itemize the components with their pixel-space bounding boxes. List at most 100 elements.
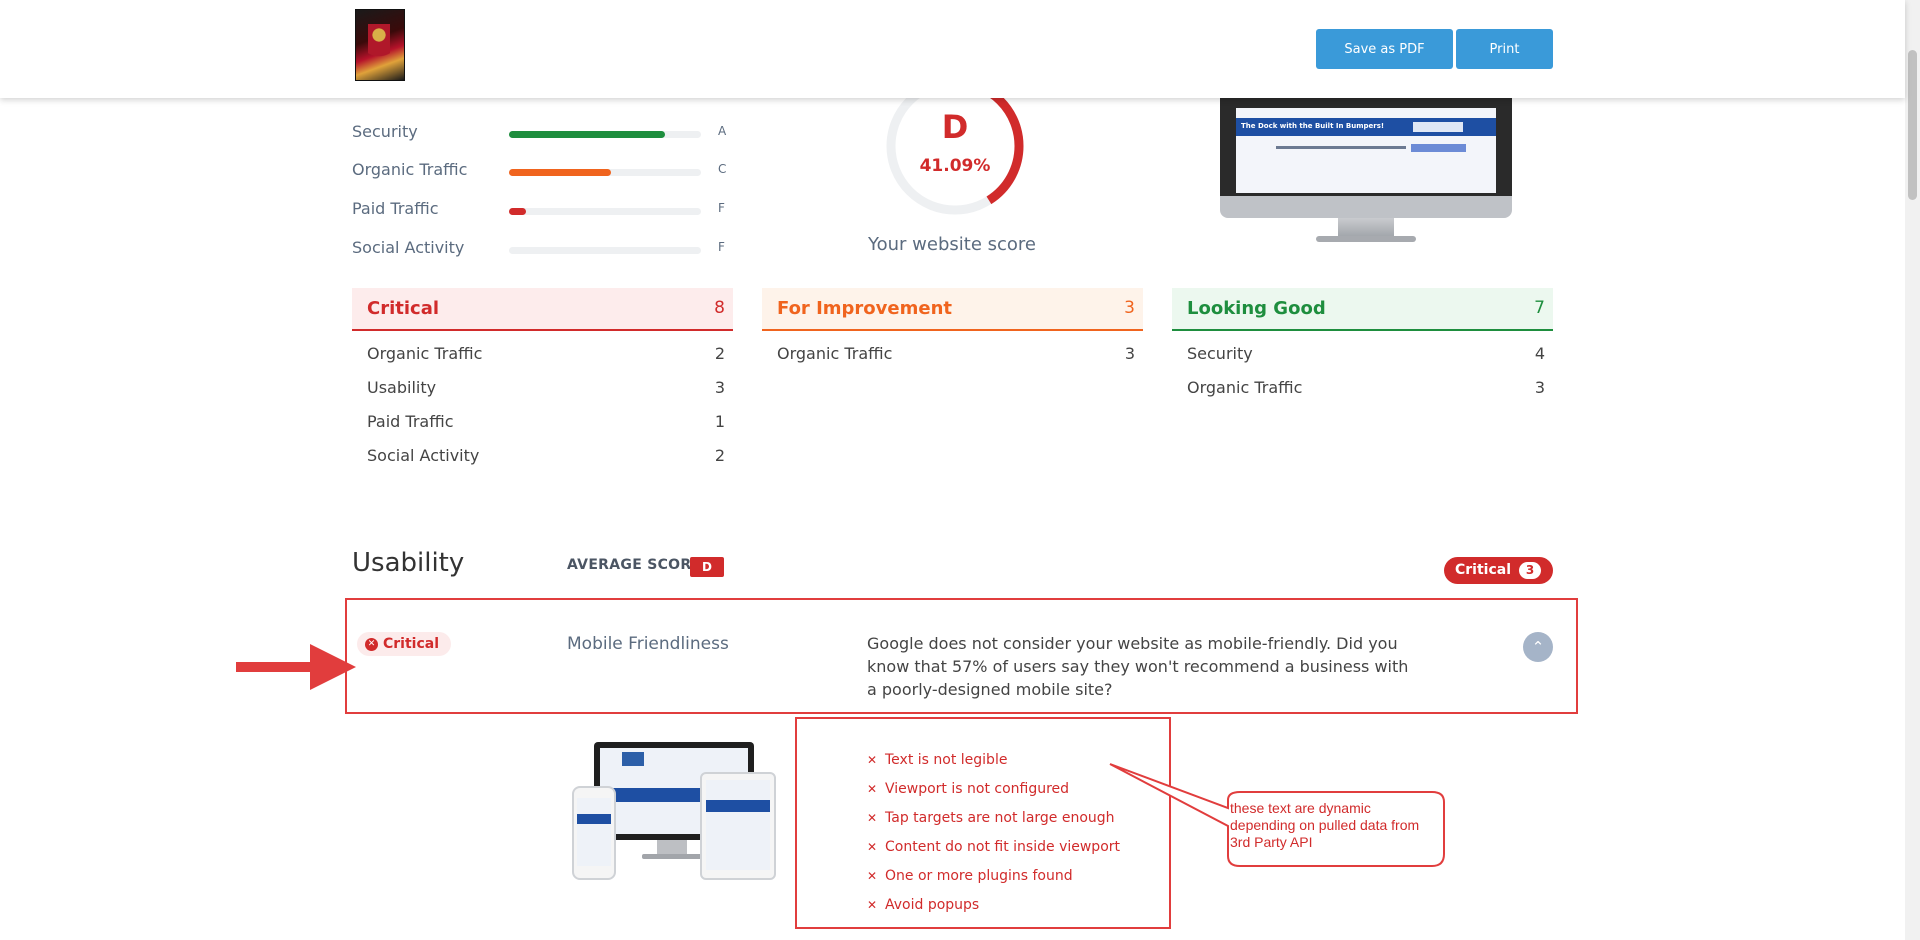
score-bar-fill — [509, 169, 611, 176]
responsive-devices-illustration — [572, 740, 782, 880]
collapse-chevron-up-icon[interactable]: ⌃ — [1523, 632, 1553, 662]
website-score-percent: 41.09% — [919, 156, 991, 176]
x-icon: ✕ — [867, 840, 878, 854]
summary-improvement-column: For Improvement 3 Organic Traffic 3 — [762, 288, 1143, 365]
scrollbar-thumb[interactable] — [1908, 50, 1917, 200]
issue-item: ✕ Text is not legible — [867, 752, 1007, 768]
print-button[interactable]: Print — [1456, 29, 1553, 69]
summary-item-label: Paid Traffic — [367, 412, 454, 431]
website-score-caption: Your website score — [868, 234, 1036, 255]
check-title: Mobile Friendliness — [567, 634, 729, 654]
score-bar-track — [509, 247, 701, 254]
preview-banner-text: The Dock with the Built In Bumpers! — [1241, 122, 1385, 130]
site-logo[interactable] — [355, 9, 405, 81]
annotation-arrow-icon — [236, 644, 356, 690]
arrow-shape — [236, 644, 356, 690]
category-label: Social Activity — [352, 238, 465, 257]
summary-improvement-header[interactable]: For Improvement 3 — [762, 288, 1143, 331]
average-score-label: AVERAGE SCORE: — [567, 557, 708, 573]
summary-good-title: Looking Good — [1187, 298, 1326, 319]
summary-item-label: Organic Traffic — [777, 344, 893, 363]
issue-text: Text is not legible — [885, 752, 1008, 768]
summary-item-count: 3 — [1124, 344, 1135, 363]
device-phone-screen — [577, 798, 611, 866]
summary-good-header[interactable]: Looking Good 7 — [1172, 288, 1553, 331]
device-phone — [572, 786, 616, 880]
summary-item[interactable]: Paid Traffic 1 — [352, 399, 733, 433]
logo-figure-icon — [368, 24, 390, 68]
summary-item-count: 2 — [714, 344, 725, 363]
category-grade: F — [718, 201, 725, 215]
summary-improvement-count: 3 — [1124, 298, 1135, 318]
summary-critical-header[interactable]: Critical 8 — [352, 288, 733, 331]
preview-button — [1411, 144, 1466, 152]
preview-banner: The Dock with the Built In Bumpers! — [1236, 118, 1496, 136]
issue-text: Content do not fit inside viewport — [885, 839, 1120, 855]
summary-good-column: Looking Good 7 Security 4 Organic Traffic… — [1172, 288, 1553, 399]
summary-item[interactable]: Security 4 — [1172, 331, 1553, 365]
device-tablet-screen — [706, 780, 770, 870]
save-as-pdf-button[interactable]: Save as PDF — [1316, 29, 1453, 69]
summary-item-count: 1 — [714, 412, 725, 431]
critical-pill-label: Critical — [1455, 562, 1512, 578]
category-grade: F — [718, 240, 725, 254]
summary-item[interactable]: Organic Traffic 3 — [762, 331, 1143, 365]
preview-banner-button — [1413, 122, 1463, 132]
score-bar-track — [509, 131, 701, 138]
category-row-paid-traffic: Paid Traffic F — [352, 199, 732, 223]
summary-good-count: 7 — [1534, 298, 1545, 318]
summary-improvement-title: For Improvement — [777, 298, 952, 319]
summary-item-count: 3 — [714, 378, 725, 397]
category-row-social-activity: Social Activity F — [352, 238, 732, 262]
summary-item-count: 3 — [1534, 378, 1545, 397]
monitor-stand — [1338, 218, 1394, 238]
issue-item: ✕ Viewport is not configured — [867, 781, 1069, 797]
summary-item-label: Social Activity — [367, 446, 480, 465]
score-bar-track — [509, 208, 701, 215]
device-tablet — [700, 772, 776, 880]
summary-item[interactable]: Usability 3 — [352, 365, 733, 399]
critical-pill-count: 3 — [1519, 562, 1541, 579]
summary-item[interactable]: Organic Traffic 2 — [352, 331, 733, 365]
page-scrollbar[interactable] — [1905, 0, 1920, 940]
monitor-screen: The Dock with the Built In Bumpers! — [1220, 98, 1512, 196]
category-label: Organic Traffic — [352, 160, 468, 179]
summary-item-label: Organic Traffic — [1187, 378, 1303, 397]
summary-item-label: Organic Traffic — [367, 344, 483, 363]
score-bar-track — [509, 169, 701, 176]
summary-item-label: Security — [1187, 344, 1253, 363]
summary-item[interactable]: Organic Traffic 3 — [1172, 365, 1553, 399]
issue-text: Viewport is not configured — [885, 781, 1070, 797]
summary-item-count: 4 — [1534, 344, 1545, 363]
preview-text-line — [1276, 146, 1406, 149]
summary-critical-count: 8 — [714, 298, 725, 318]
summary-critical-column: Critical 8 Organic Traffic 2 Usability 3 P… — [352, 288, 733, 467]
monitor-base — [1316, 236, 1416, 242]
summary-critical-title: Critical — [367, 298, 440, 319]
x-icon: ✕ — [867, 782, 878, 796]
category-label: Paid Traffic — [352, 199, 439, 218]
issue-item: ✕ Tap targets are not large enough — [867, 810, 1115, 826]
issue-text: Tap targets are not large enough — [885, 810, 1115, 826]
summary-item-count: 2 — [714, 446, 725, 465]
score-bar-fill — [509, 208, 527, 215]
issue-item: ✕ Avoid popups — [867, 897, 979, 913]
x-icon: ✕ — [867, 811, 878, 825]
device-banner — [706, 800, 770, 812]
annotation-callout-text: these text are dynamic depending on pull… — [1230, 800, 1420, 850]
issue-item: ✕ One or more plugins found — [867, 868, 1073, 884]
device-banner — [577, 814, 611, 824]
status-badge-label: Critical — [383, 636, 440, 652]
critical-count-pill[interactable]: Critical 3 — [1444, 557, 1553, 584]
category-row-security: Security A — [352, 122, 732, 146]
usability-section-title: Usability — [352, 548, 465, 578]
category-label: Security — [352, 122, 418, 141]
check-description: Google does not consider your website as… — [867, 634, 1409, 699]
monitor-chin — [1220, 196, 1512, 218]
x-icon: ✕ — [867, 753, 878, 767]
preview-page: The Dock with the Built In Bumpers! — [1236, 108, 1496, 193]
website-preview-monitor: The Dock with the Built In Bumpers! — [1220, 90, 1515, 250]
top-bar: Save as PDF Print — [0, 0, 1905, 98]
summary-item[interactable]: Social Activity 2 — [352, 433, 733, 467]
x-icon: ✕ — [867, 898, 878, 912]
